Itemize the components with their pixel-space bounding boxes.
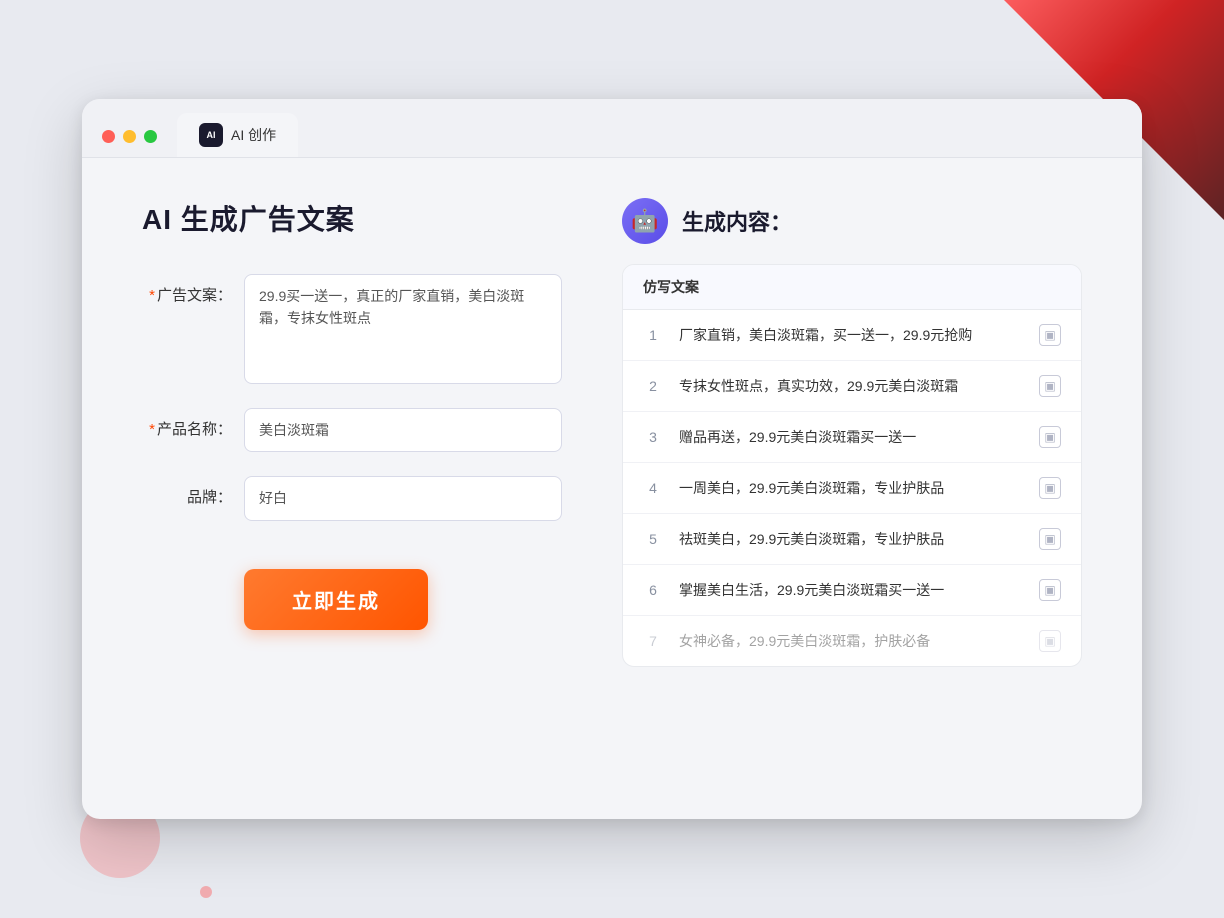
right-title: 生成内容：: [682, 205, 792, 237]
required-star-product: *: [149, 421, 155, 438]
results-column-header: 仿写文案: [623, 265, 1081, 310]
left-panel: AI 生成广告文案 *广告文案： 29.9买一送一，真正的厂家直销，美白淡斑霜，…: [142, 198, 562, 758]
copy-icon[interactable]: ▣: [1039, 630, 1061, 652]
result-item: 1 厂家直销，美白淡斑霜，买一送一，29.9元抢购 ▣: [623, 310, 1081, 361]
right-panel: 生成内容： 仿写文案 1 厂家直销，美白淡斑霜，买一送一，29.9元抢购 ▣ 2 专抹女…: [622, 198, 1082, 758]
copy-icon[interactable]: ▣: [1039, 528, 1061, 550]
result-number: 5: [643, 531, 663, 547]
result-text: 赠品再送，29.9元美白淡斑霜买一送一: [679, 427, 1023, 448]
result-number: 6: [643, 582, 663, 598]
brand-row: 品牌：: [142, 476, 562, 520]
copy-icon[interactable]: ▣: [1039, 477, 1061, 499]
product-name-row: *产品名称：: [142, 408, 562, 452]
minimize-button[interactable]: [123, 130, 136, 143]
result-item: 3 赠品再送，29.9元美白淡斑霜买一送一 ▣: [623, 412, 1081, 463]
copy-icon[interactable]: ▣: [1039, 426, 1061, 448]
result-item: 2 专抹女性斑点，真实功效，29.9元美白淡斑霜 ▣: [623, 361, 1081, 412]
copy-icon[interactable]: ▣: [1039, 324, 1061, 346]
tab-ai-creation[interactable]: AI 创作: [177, 113, 298, 157]
ad-copy-row: *广告文案： 29.9买一送一，真正的厂家直销，美白淡斑霜，专抹女性斑点: [142, 274, 562, 384]
close-button[interactable]: [102, 130, 115, 143]
page-title: AI 生成广告文案: [142, 198, 562, 238]
browser-window: AI 创作 AI 生成广告文案 *广告文案： 29.9买一送一，真正的厂家直销，…: [82, 99, 1142, 819]
required-star-ad: *: [149, 287, 155, 304]
results-table: 仿写文案 1 厂家直销，美白淡斑霜，买一送一，29.9元抢购 ▣ 2 专抹女性斑点，真实…: [622, 264, 1082, 667]
product-name-input[interactable]: [244, 408, 562, 452]
ad-copy-input[interactable]: 29.9买一送一，真正的厂家直销，美白淡斑霜，专抹女性斑点: [244, 274, 562, 384]
tab-label: AI 创作: [231, 125, 276, 145]
copy-icon[interactable]: ▣: [1039, 375, 1061, 397]
traffic-lights: [102, 130, 157, 157]
result-item: 5 祛斑美白，29.9元美白淡斑霜，专业护肤品 ▣: [623, 514, 1081, 565]
generate-button[interactable]: 立即生成: [244, 569, 428, 630]
result-item: 6 掌握美白生活，29.9元美白淡斑霜买一送一 ▣: [623, 565, 1081, 616]
result-text: 专抹女性斑点，真实功效，29.9元美白淡斑霜: [679, 376, 1023, 397]
result-text: 女神必备，29.9元美白淡斑霜，护肤必备: [679, 631, 1023, 652]
result-text: 掌握美白生活，29.9元美白淡斑霜买一送一: [679, 580, 1023, 601]
result-number: 2: [643, 378, 663, 394]
bg-decoration-dot: [200, 886, 212, 898]
maximize-button[interactable]: [144, 130, 157, 143]
ai-tab-icon: [199, 123, 223, 147]
result-item: 4 一周美白，29.9元美白淡斑霜，专业护肤品 ▣: [623, 463, 1081, 514]
result-text: 一周美白，29.9元美白淡斑霜，专业护肤品: [679, 478, 1023, 499]
results-list: 1 厂家直销，美白淡斑霜，买一送一，29.9元抢购 ▣ 2 专抹女性斑点，真实功效，29…: [623, 310, 1081, 666]
brand-input[interactable]: [244, 476, 562, 520]
result-number: 1: [643, 327, 663, 343]
product-name-label: *产品名称：: [142, 408, 232, 439]
result-item: 7 女神必备，29.9元美白淡斑霜，护肤必备 ▣: [623, 616, 1081, 666]
main-content: AI 生成广告文案 *广告文案： 29.9买一送一，真正的厂家直销，美白淡斑霜，…: [82, 158, 1142, 798]
result-number: 4: [643, 480, 663, 496]
result-number: 3: [643, 429, 663, 445]
ad-copy-label: *广告文案：: [142, 274, 232, 305]
copy-icon[interactable]: ▣: [1039, 579, 1061, 601]
title-bar: AI 创作: [82, 99, 1142, 158]
robot-icon: [622, 198, 668, 244]
result-number: 7: [643, 633, 663, 649]
result-text: 厂家直销，美白淡斑霜，买一送一，29.9元抢购: [679, 325, 1023, 346]
brand-label: 品牌：: [142, 476, 232, 507]
result-text: 祛斑美白，29.9元美白淡斑霜，专业护肤品: [679, 529, 1023, 550]
right-header: 生成内容：: [622, 198, 1082, 244]
